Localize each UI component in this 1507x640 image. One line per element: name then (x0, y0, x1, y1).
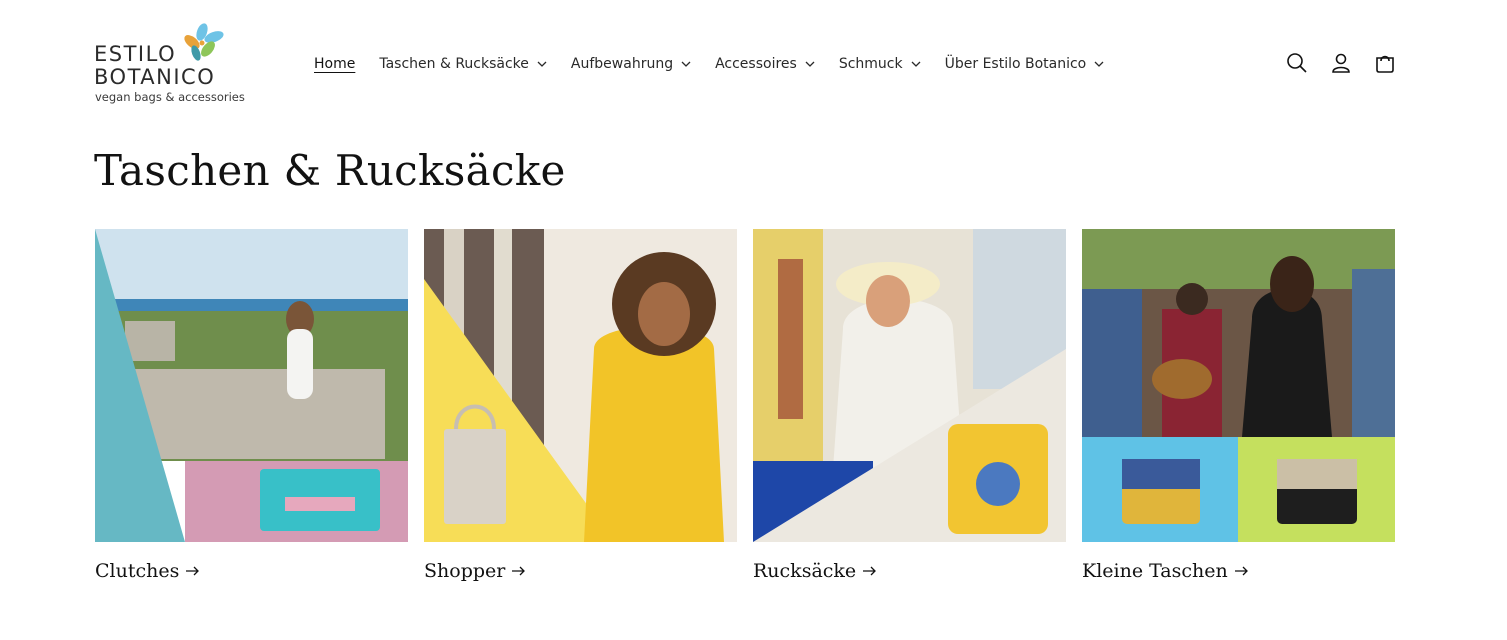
collection-card-clutches[interactable]: Clutches (95, 229, 408, 582)
nav-item-label: Taschen & Rucksäcke (379, 56, 529, 72)
chevron-down-icon (681, 61, 691, 67)
logo-tagline: vegan bags & accessories (95, 90, 245, 104)
site-header: ESTILO BOTANICO vegan bags & accessories… (0, 0, 1507, 128)
nav-item-label: Home (314, 56, 356, 72)
collection-label: Clutches (95, 560, 180, 582)
collection-link-shopper[interactable]: Shopper (424, 560, 737, 582)
collection-card-kleine-taschen[interactable]: Kleine Taschen (1082, 229, 1395, 582)
nav-item-label: Accessoires (715, 56, 797, 72)
arrow-right-icon (512, 566, 526, 576)
chevron-down-icon (1094, 61, 1104, 67)
brand-logo[interactable]: ESTILO BOTANICO vegan bags & accessories (94, 22, 245, 108)
header-icons (1284, 50, 1398, 76)
collection-label: Shopper (424, 560, 506, 582)
nav-item-ueber-estilo-botanico[interactable]: Über Estilo Botanico (945, 56, 1105, 72)
nav-item-label: Über Estilo Botanico (944, 56, 1087, 72)
chevron-down-icon (805, 61, 815, 67)
page-title: Taschen & Rucksäcke (94, 146, 566, 195)
flower-logo-icon (184, 23, 224, 61)
collection-label: Rucksäcke (753, 560, 857, 582)
account-icon (1332, 53, 1350, 73)
nav-item-label: Aufbewahrung (570, 56, 674, 72)
nav-item-home[interactable]: Home (314, 56, 355, 72)
search-icon (1287, 53, 1307, 73)
collection-label: Kleine Taschen (1082, 560, 1228, 582)
nav-item-taschen-rucksaecke[interactable]: Taschen & Rucksäcke (379, 56, 547, 72)
collection-link-clutches[interactable]: Clutches (95, 560, 408, 582)
account-button[interactable] (1328, 50, 1354, 76)
collection-link-rucksaecke[interactable]: Rucksäcke (753, 560, 1066, 582)
arrow-right-icon (186, 566, 200, 576)
collection-image-kleine-taschen[interactable] (1082, 229, 1395, 542)
nav-item-label: Schmuck (838, 56, 903, 72)
nav-item-schmuck[interactable]: Schmuck (839, 56, 921, 72)
nav-item-accessoires[interactable]: Accessoires (715, 56, 815, 72)
collection-image-clutches[interactable] (95, 229, 408, 542)
logo-wordmark-line2: BOTANICO (94, 65, 216, 89)
collection-grid: Clutches Shopper Rucksäcke Kleine Tasche… (95, 229, 1395, 582)
main-navigation: Home Taschen & Rucksäcke Aufbewahrung Ac… (314, 52, 1128, 76)
arrow-right-icon (1234, 566, 1248, 576)
cart-icon (1376, 55, 1394, 73)
chevron-down-icon (537, 61, 547, 67)
logo-wordmark-line1: ESTILO (94, 42, 177, 66)
collection-image-shopper[interactable] (424, 229, 737, 542)
collection-image-rucksaecke[interactable] (753, 229, 1066, 542)
search-button[interactable] (1284, 50, 1310, 76)
cart-button[interactable] (1372, 50, 1398, 76)
arrow-right-icon (863, 566, 877, 576)
collection-card-shopper[interactable]: Shopper (424, 229, 737, 582)
chevron-down-icon (911, 61, 921, 67)
collection-link-kleine-taschen[interactable]: Kleine Taschen (1082, 560, 1395, 582)
nav-item-aufbewahrung[interactable]: Aufbewahrung (571, 56, 691, 72)
collection-card-rucksaecke[interactable]: Rucksäcke (753, 229, 1066, 582)
